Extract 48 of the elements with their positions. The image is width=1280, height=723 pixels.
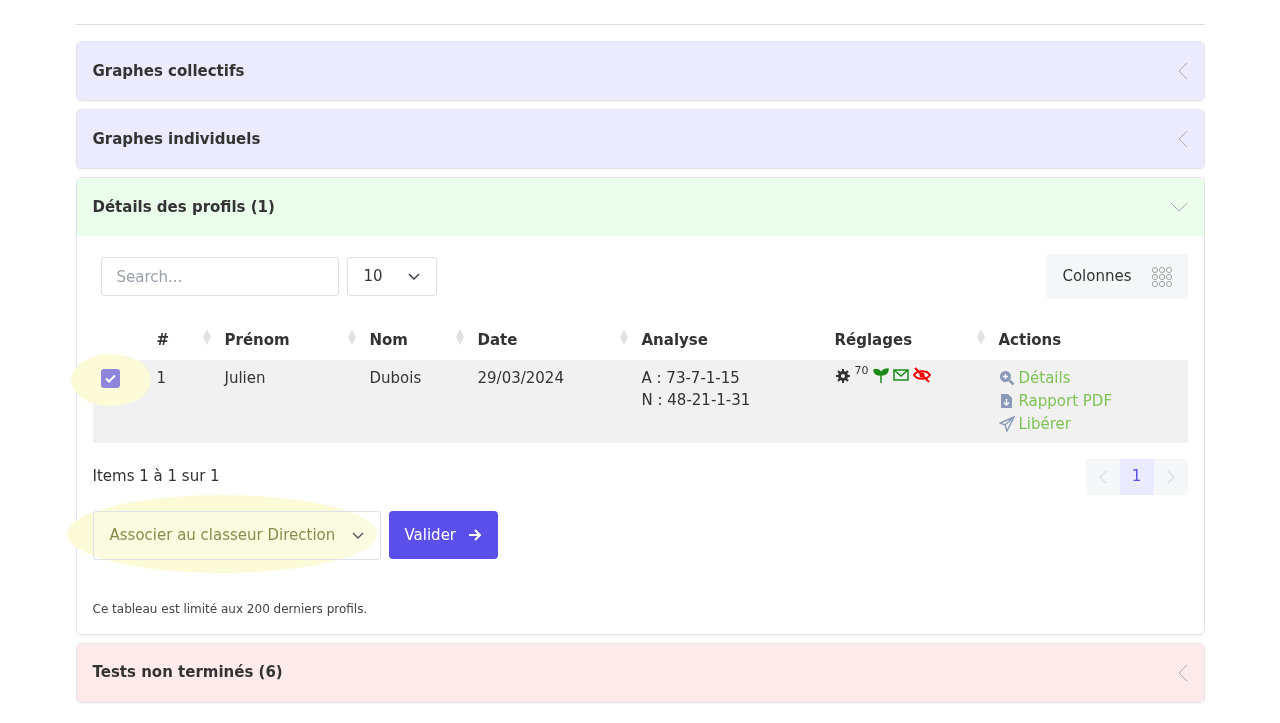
table-cell: 1	[156, 368, 167, 387]
items-count: Items 1 à 1 sur 1	[92, 466, 220, 488]
chevron-right-icon	[1166, 469, 1175, 484]
column-header[interactable]: #	[156, 331, 170, 349]
chevron-down-icon	[351, 531, 364, 539]
table-note: Ce tableau est limité aux 200 derniers profils.	[92, 600, 369, 618]
accordion-header[interactable]: Détails des profils (1)	[76, 178, 1204, 236]
grid-icon	[1151, 266, 1172, 287]
table-cell: Julien	[224, 368, 266, 387]
column-header[interactable]: Actions	[998, 331, 1062, 349]
hidden-eye-icon	[912, 366, 931, 383]
analysis-line: A : 73-7-1-15	[641, 367, 741, 389]
arrow-right-icon	[468, 529, 483, 541]
column-header[interactable]: Nom	[369, 331, 408, 349]
accordion-header[interactable]: Tests non terminés (6)	[76, 643, 1204, 702]
setting-value: 70	[854, 362, 869, 379]
sprout-icon	[872, 366, 889, 383]
table-cell: Dubois	[369, 368, 422, 387]
accordion-header[interactable]: Graphes collectifs	[76, 42, 1204, 100]
chevron-left-icon	[1177, 663, 1188, 682]
section-title: Graphes individuels	[92, 128, 261, 150]
bulk-action-select[interactable]: Associer au classeur Direction	[92, 510, 381, 560]
check-icon	[104, 373, 116, 383]
accordion-header[interactable]: Graphes individuels	[76, 110, 1204, 168]
section-title: Détails des profils (1)	[92, 196, 275, 218]
chevron-left-icon	[1098, 469, 1107, 484]
chevron-down-icon	[1169, 202, 1188, 212]
file-download-icon	[998, 393, 1015, 409]
page-button[interactable]: 1	[1119, 458, 1154, 495]
column-header[interactable]: Date	[477, 331, 518, 349]
table-cell: 29/03/2024	[477, 368, 564, 387]
gear-icon	[834, 366, 851, 383]
chevron-down-icon	[407, 273, 420, 280]
analysis-line: N : 48-21-1-31	[641, 390, 752, 411]
validate-button[interactable]: Valider	[388, 511, 499, 559]
section-title: Tests non terminés (6)	[92, 662, 283, 684]
search-field[interactable]: Search...	[100, 257, 339, 296]
page-size-select[interactable]: 10	[346, 257, 437, 296]
envelope-icon	[892, 366, 909, 383]
column-header[interactable]: Analyse	[641, 331, 708, 349]
section-title: Graphes collectifs	[92, 60, 245, 82]
columns-button[interactable]: Colonnes	[1046, 254, 1188, 299]
magnifier-plus-icon	[998, 370, 1015, 386]
chevron-left-icon	[1177, 130, 1188, 148]
column-header[interactable]: Prénom	[224, 331, 290, 349]
chevron-left-icon	[1177, 62, 1188, 80]
column-header[interactable]: Réglages	[834, 331, 913, 349]
paper-plane-icon	[998, 416, 1015, 432]
